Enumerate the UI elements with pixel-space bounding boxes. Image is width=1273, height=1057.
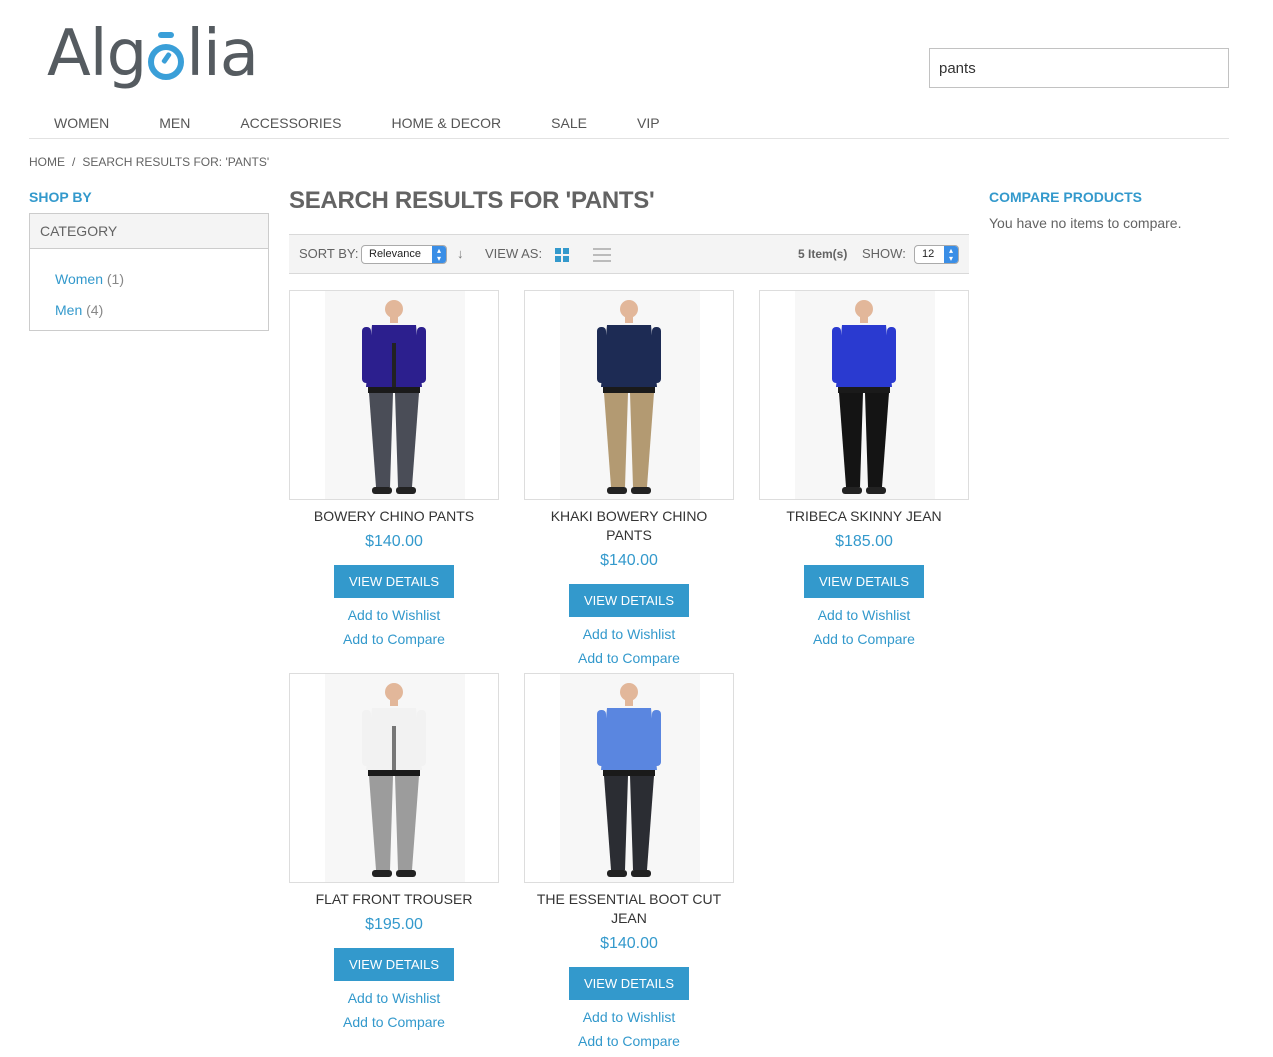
nav-item-men[interactable]: Men xyxy=(134,110,215,138)
add-to-wishlist-link[interactable]: Add to Wishlist xyxy=(524,1008,734,1026)
search-input[interactable] xyxy=(929,48,1229,88)
grid-view-icon[interactable] xyxy=(555,248,569,262)
product-price: $140.00 xyxy=(365,533,423,550)
add-to-wishlist-link[interactable]: Add to Wishlist xyxy=(759,606,969,624)
product-name[interactable]: Tribeca Skinny Jean xyxy=(759,507,969,526)
sort-direction-icon[interactable]: ↓ xyxy=(457,246,464,261)
filter-item-women[interactable]: Women (1) xyxy=(55,264,243,295)
view-as-label: View as: xyxy=(485,246,543,261)
product-card: The Essential Boot Cut Jean $140.00 View… xyxy=(524,673,734,1050)
view-details-button[interactable]: View Details xyxy=(804,565,924,598)
product-name[interactable]: Khaki Bowery Chino Pants xyxy=(524,507,734,545)
category-filter-title: Category xyxy=(30,214,268,249)
breadcrumb: Home / Search results for: 'pants' xyxy=(29,155,269,169)
product-price: $195.00 xyxy=(365,916,423,933)
product-name[interactable]: Bowery Chino Pants xyxy=(289,507,499,526)
add-to-compare-link[interactable]: Add to Compare xyxy=(289,630,499,648)
page-title: Search results for 'pants' xyxy=(289,187,655,214)
product-image[interactable] xyxy=(524,290,734,500)
breadcrumb-separator: / xyxy=(72,155,76,169)
add-to-wishlist-link[interactable]: Add to Wishlist xyxy=(289,606,499,624)
nav-item-women[interactable]: Women xyxy=(29,110,134,138)
algolia-logo[interactable]: Alg lia xyxy=(47,6,259,91)
product-image[interactable] xyxy=(524,673,734,883)
add-to-compare-link[interactable]: Add to Compare xyxy=(289,1013,499,1031)
product-card: Khaki Bowery Chino Pants $140.00 View De… xyxy=(524,290,734,667)
view-details-button[interactable]: View Details xyxy=(569,967,689,1000)
nav-item-sale[interactable]: Sale xyxy=(526,110,612,138)
sort-by-label: Sort By: xyxy=(299,246,359,261)
filter-item-label[interactable]: Men xyxy=(55,302,82,318)
product-price: $185.00 xyxy=(835,533,893,550)
product-card: Flat Front Trouser $195.00 View Details … xyxy=(289,673,499,1031)
item-count: 5 Item(s) xyxy=(798,247,848,261)
view-details-button[interactable]: View Details xyxy=(334,565,454,598)
nav-item-home-decor[interactable]: Home & Decor xyxy=(366,110,526,138)
filter-item-men[interactable]: Men (4) xyxy=(55,295,243,326)
logo-text-right: lia xyxy=(186,17,259,91)
add-to-compare-link[interactable]: Add to Compare xyxy=(759,630,969,648)
filter-item-label[interactable]: Women xyxy=(55,271,103,287)
sort-by-select[interactable]: Relevance ▴ ▾ xyxy=(361,245,447,264)
breadcrumb-home[interactable]: Home xyxy=(29,155,65,169)
sort-by-value: Relevance xyxy=(369,248,421,260)
category-filter-list: Women (1) Men (4) xyxy=(30,249,268,341)
compare-empty-message: You have no items to compare. xyxy=(989,215,1182,231)
view-details-button[interactable]: View Details xyxy=(569,584,689,617)
nav-item-accessories[interactable]: Accessories xyxy=(215,110,366,138)
select-arrows-icon: ▴ ▾ xyxy=(944,246,958,263)
add-to-compare-link[interactable]: Add to Compare xyxy=(524,1032,734,1050)
product-image[interactable] xyxy=(289,290,499,500)
add-to-wishlist-link[interactable]: Add to Wishlist xyxy=(524,625,734,643)
filter-item-count: (4) xyxy=(86,302,104,318)
logo-text-left: Alg xyxy=(47,17,147,91)
view-details-button[interactable]: View Details xyxy=(334,948,454,981)
product-card: Tribeca Skinny Jean $185.00 View Details… xyxy=(759,290,969,648)
add-to-compare-link[interactable]: Add to Compare xyxy=(524,649,734,667)
main-nav: Women Men Accessories Home & Decor Sale … xyxy=(29,110,1229,139)
product-image[interactable] xyxy=(289,673,499,883)
shop-by-title: Shop By xyxy=(29,189,92,205)
show-select[interactable]: 12 ▴ ▾ xyxy=(914,245,959,264)
product-card: Bowery Chino Pants $140.00 View Details … xyxy=(289,290,499,648)
compare-products-title: Compare Products xyxy=(989,189,1142,205)
select-arrows-icon: ▴ ▾ xyxy=(432,246,446,263)
add-to-wishlist-link[interactable]: Add to Wishlist xyxy=(289,989,499,1007)
list-view-icon[interactable] xyxy=(593,248,611,262)
product-price: $140.00 xyxy=(600,935,658,952)
nav-item-vip[interactable]: VIP xyxy=(612,110,685,138)
category-filter: Category Women (1) Men (4) xyxy=(29,213,269,331)
show-value: 12 xyxy=(922,248,935,260)
product-price: $140.00 xyxy=(600,552,658,569)
results-toolbar: Sort By: Relevance ▴ ▾ ↓ View as: 5 Item(… xyxy=(289,234,969,274)
product-name[interactable]: Flat Front Trouser xyxy=(289,890,499,909)
filter-item-count: (1) xyxy=(106,271,124,287)
show-label: Show: xyxy=(862,246,906,261)
breadcrumb-current: Search results for: 'pants' xyxy=(82,155,270,169)
stopwatch-icon xyxy=(146,22,186,86)
product-name[interactable]: The Essential Boot Cut Jean xyxy=(524,890,734,928)
product-image[interactable] xyxy=(759,290,969,500)
